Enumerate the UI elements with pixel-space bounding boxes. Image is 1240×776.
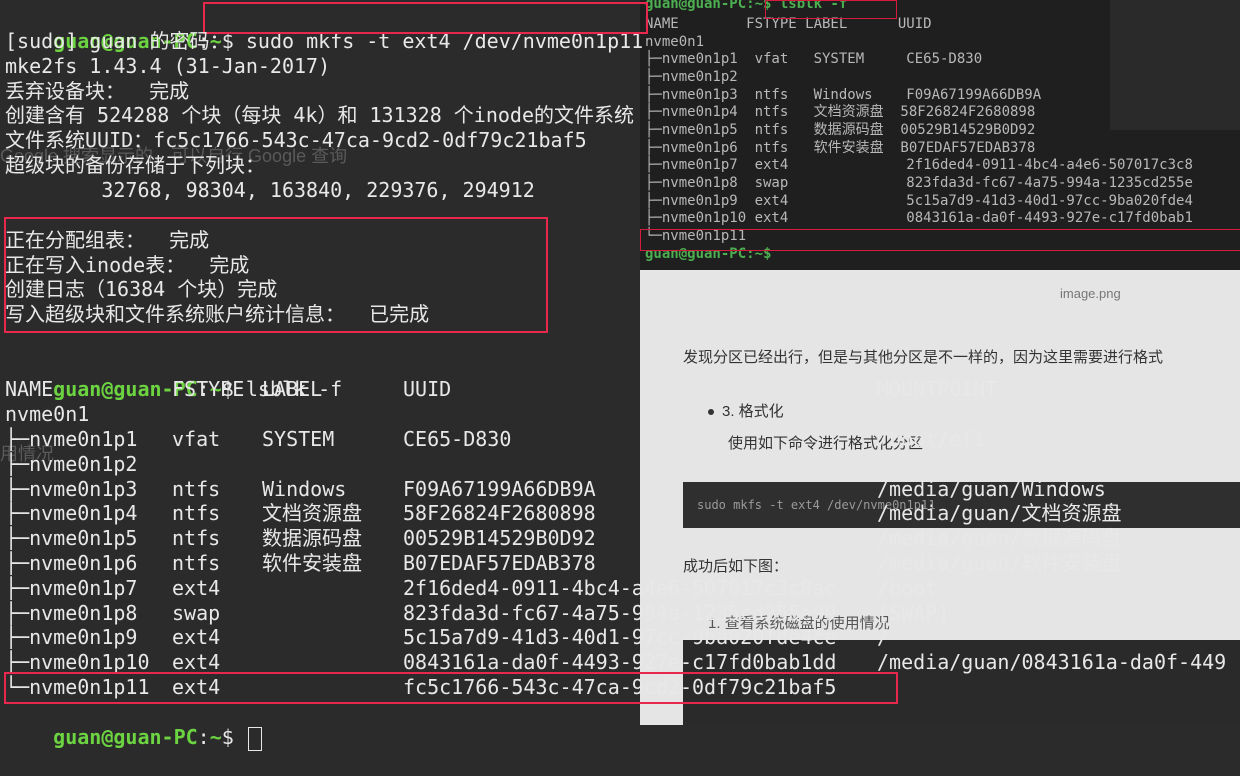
header-name: NAME	[5, 377, 54, 401]
output-create-fs: 创建含有 524288 个块（每块 4k）和 131328 个inode的文件系…	[5, 103, 634, 127]
output-write-inode: 正在写入inode表： 完成	[5, 253, 250, 277]
lsblk-cell-fstype: ntfs	[172, 551, 221, 575]
lsblk-cell-uuid: CE65-D830	[403, 427, 512, 451]
terminal-window[interactable]: guan@guan-PC:~$ sudo mkfs -t ext4 /dev/n…	[0, 0, 1240, 751]
lsblk-cell-mount: [SWAP]	[877, 600, 950, 625]
header-label: LABEL	[262, 377, 323, 401]
lsblk-disk: nvme0n1	[5, 402, 90, 426]
lsblk-cell-mount: /media/guan/0843161a-da0f-449	[877, 650, 1227, 675]
lsblk-cell-mount: /boot/efi	[877, 427, 986, 451]
lsblk-cell-fstype: ntfs	[172, 476, 221, 501]
lsblk-cell-uuid: 00529B14529B0D92	[403, 526, 596, 551]
lsblk-cell-fstype: vfat	[172, 427, 221, 451]
lsblk-cell-name: ├─nvme0n1p2	[5, 451, 138, 476]
header-uuid: UUID	[403, 377, 452, 401]
output-fs-uuid: 文件系统UUID：fc5c1766-543c-47ca-9cd2-0df79c2…	[5, 128, 587, 152]
lsblk-cell-uuid: 823fda3d-fc67-4a75-994a-1235cd255e99	[403, 600, 837, 625]
output-write-superblock: 写入超级块和文件系统账户统计信息： 已完成	[5, 302, 430, 326]
prompt-line: guan@guan-PC:~$	[5, 700, 262, 751]
lsblk-cell-name: ├─nvme0n1p4	[5, 501, 138, 526]
lsblk-cell-mount: /boot	[877, 575, 938, 600]
lsblk-cell-mount: /media/guan/Windows	[877, 476, 1106, 501]
prompt-line: guan@guan-PC:~$ lsblk -f	[53, 377, 343, 401]
lsblk-cell-label: SYSTEM	[262, 427, 335, 451]
highlight-box	[203, 2, 648, 34]
prompt-path: ~	[209, 725, 222, 749]
lsblk-cell-mount: /	[877, 625, 890, 650]
terminal-cursor[interactable]	[247, 726, 262, 751]
lsblk-cell-name: ├─nvme0n1p9	[5, 625, 138, 650]
header-fstype: FSTYPE	[172, 377, 245, 401]
lsblk-cell-name: ├─nvme0n1p8	[5, 600, 138, 625]
lsblk-cell-fstype: swap	[172, 600, 221, 625]
lsblk-cell-uuid: 58F26824F2680898	[403, 501, 596, 526]
lsblk-cell-uuid: 5c15a7d9-41d3-40d1-97cc-9ba020fde4ce	[403, 625, 837, 650]
mke2fs-version: mke2fs 1.43.4 (31-Jan-2017)	[5, 54, 331, 78]
output-superblock-header: 超级块的备份存储于下列块：	[5, 153, 265, 177]
lsblk-cell-mount: /media/guan/文档资源盘	[877, 501, 1122, 526]
prompt-user-host: guan@guan-PC	[53, 725, 198, 749]
lsblk-cell-name: ├─nvme0n1p1	[5, 427, 138, 451]
output-create-journal: 创建日志（16384 个块）完成	[5, 277, 278, 301]
lsblk-cell-name: ├─nvme0n1p3	[5, 476, 138, 501]
prompt-symbol: $	[221, 725, 234, 749]
lsblk-cell-uuid: B07EDAF57EDAB378	[403, 551, 596, 575]
lsblk-cell-mount: /media/guan/数据源码盘	[877, 526, 1122, 551]
output-superblock-list: 32768, 98304, 163840, 229376, 294912	[5, 178, 535, 202]
output-alloc-group: 正在分配组表： 完成	[5, 228, 210, 252]
lsblk-cell-fstype: ext4	[172, 575, 221, 600]
lsblk-cell-name: ├─nvme0n1p7	[5, 575, 138, 600]
lsblk-cell-fstype: ntfs	[172, 501, 221, 526]
lsblk-cell-name: ├─nvme0n1p5	[5, 526, 138, 551]
lsblk-cell-uuid: 2f16ded4-0911-4bc4-a4e6-507017c3c8ac	[403, 575, 837, 600]
lsblk-cell-name: ├─nvme0n1p6	[5, 551, 138, 575]
sudo-prompt: [sudo] guan 的密码：	[5, 29, 230, 53]
lsblk-cell-label: 软件安装盘	[262, 551, 362, 575]
lsblk-cell-uuid: F09A67199A66DB9A	[403, 476, 596, 501]
header-mountpoint: MOUNTPOINT	[877, 377, 998, 401]
lsblk-cell-fstype: ntfs	[172, 526, 221, 551]
lsblk-cell-fstype: ext4	[172, 625, 221, 650]
lsblk-cell-label: 文档资源盘	[262, 501, 362, 526]
lsblk-cell-label: 数据源码盘	[262, 526, 362, 551]
lsblk-cell-label: Windows	[262, 476, 347, 501]
output-discard: 丢弃设备块： 完成	[5, 79, 190, 103]
lsblk-cell-mount: /media/guan/软件安装盘	[877, 551, 1122, 575]
